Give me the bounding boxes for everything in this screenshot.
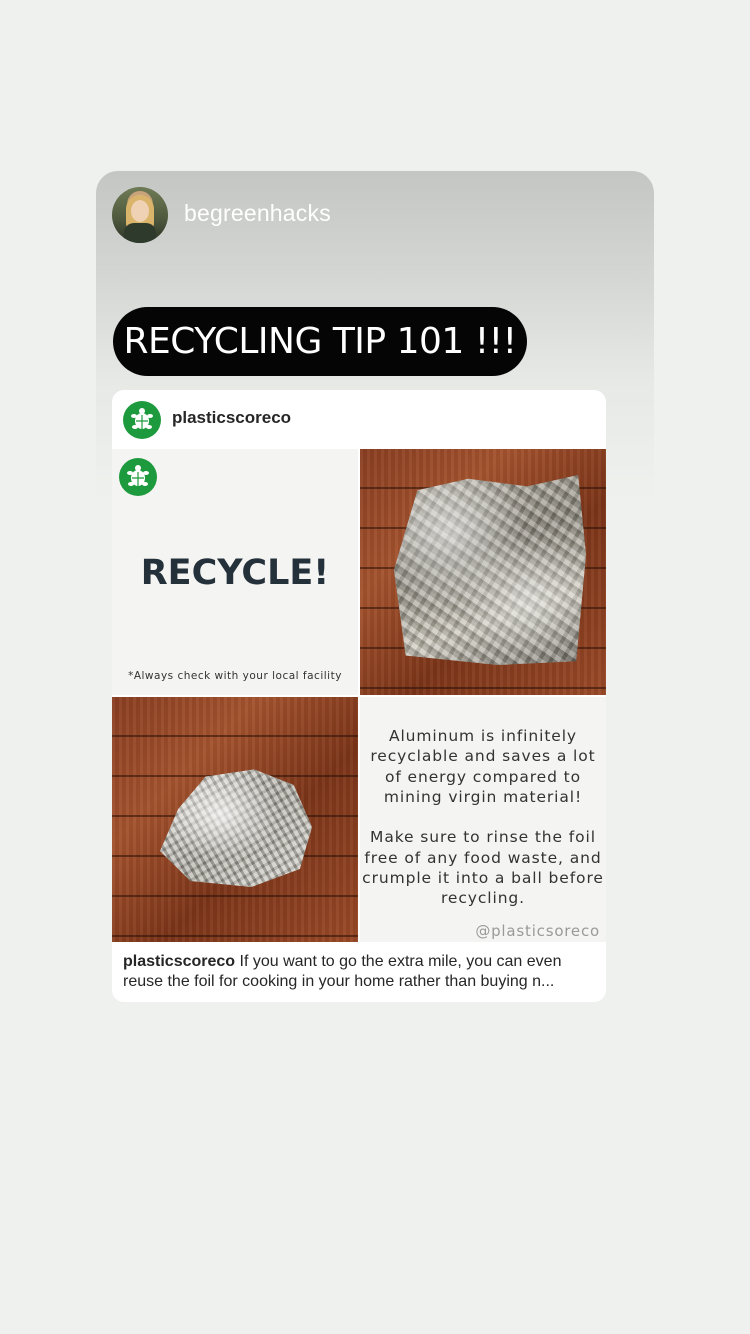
recycle-title: RECYCLE! — [140, 553, 330, 593]
turtle-logo-icon — [119, 458, 157, 496]
user-avatar[interactable] — [112, 187, 168, 243]
foil-sheet-photo — [360, 449, 606, 695]
recycle-title-panel: RECYCLE! *Always check with your local f… — [112, 449, 358, 695]
facility-disclaimer: *Always check with your local facility — [128, 670, 342, 682]
post-author[interactable]: plasticscoreco — [172, 408, 291, 428]
info-panel: Aluminum is infinitely recyclable and sa… — [360, 697, 606, 942]
avatar-body — [124, 223, 156, 243]
aluminum-info-text: Aluminum is infinitely recyclable and sa… — [362, 727, 604, 908]
post-caption[interactable]: plasticscoreco If you want to go the ext… — [123, 952, 597, 991]
story-text-banner: RECYCLING TIP 101 !!! — [113, 307, 527, 376]
turtle-logo-icon[interactable] — [123, 401, 161, 439]
avatar-face — [131, 200, 149, 222]
flat-foil-sheet — [393, 475, 586, 665]
caption-username[interactable]: plasticscoreco — [123, 953, 235, 970]
post-header[interactable]: plasticscoreco — [112, 390, 606, 449]
crumpled-foil-ball — [160, 769, 312, 887]
shared-post-card[interactable]: plasticscoreco RECYCLE! *Always check wi… — [112, 390, 606, 1002]
story-username[interactable]: begreenhacks — [184, 200, 331, 227]
foil-ball-photo — [112, 697, 358, 942]
watermark-handle: @plasticsoreco — [475, 922, 600, 940]
